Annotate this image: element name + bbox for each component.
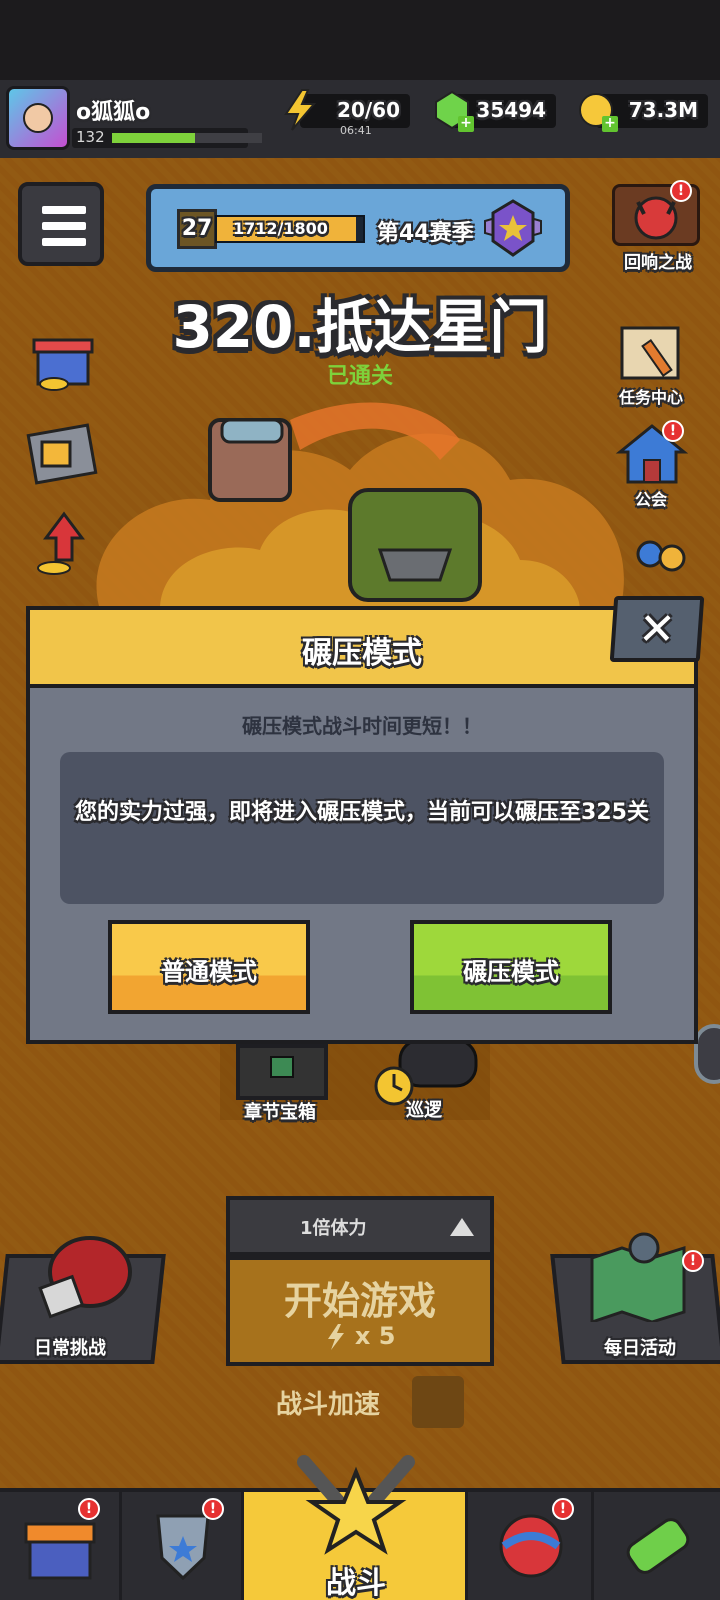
chevron-up-icon xyxy=(450,1218,474,1236)
player-avatar[interactable] xyxy=(6,86,70,150)
chest-lock xyxy=(270,1056,294,1078)
monthly-card-icon[interactable] xyxy=(24,420,104,490)
dna-capsule-icon xyxy=(626,1518,690,1574)
energy-timer: 06:41 xyxy=(340,124,372,137)
stamina-multiplier-label: 1倍体力 xyxy=(300,1218,367,1239)
growth-fund-icon[interactable] xyxy=(24,510,104,580)
dialog-header: 碾压模式 xyxy=(30,610,694,688)
map-icon xyxy=(590,1232,686,1322)
talent-badge: ! xyxy=(552,1498,574,1520)
nav-equipment[interactable]: ! xyxy=(122,1492,244,1600)
add-gems-icon[interactable]: + xyxy=(458,116,474,132)
nav-battle[interactable]: 战斗 xyxy=(244,1455,468,1600)
chapter-chest-label: 章节宝箱 xyxy=(244,1102,316,1123)
boxing-glove-icon xyxy=(38,1236,132,1319)
nav-shop[interactable]: ! xyxy=(0,1492,122,1600)
nav-gene[interactable] xyxy=(594,1492,720,1600)
avatar-face xyxy=(23,103,53,133)
crush-mode-button[interactable]: 碾压模式 xyxy=(410,920,612,1014)
battle-speed-label: 战斗加速 xyxy=(276,1390,381,1420)
friends-icon[interactable] xyxy=(620,530,700,600)
chapter-chest-icon[interactable] xyxy=(236,1044,328,1100)
close-button[interactable]: ✕ xyxy=(609,596,705,662)
top-bar: o狐狐o 132 20/60 06:41 + 35494 + 73.3M xyxy=(0,80,720,158)
dialog-message-box: 您的实力过强，即将进入碾压模式，当前可以碾压至325关 xyxy=(60,752,664,904)
energy-value: 20/60 xyxy=(337,98,400,122)
guild-label: 公会 xyxy=(634,490,667,509)
player-name: o狐狐o xyxy=(76,100,151,125)
shop-badge: ! xyxy=(78,1498,100,1520)
menu-button[interactable] xyxy=(18,182,104,266)
crush-mode-label: 碾压模式 xyxy=(463,958,559,986)
gift-icon[interactable] xyxy=(24,324,104,394)
menu-line xyxy=(42,238,86,246)
equipment-badge: ! xyxy=(202,1498,224,1520)
start-game-button[interactable]: 开始游戏 x 5 xyxy=(226,1256,494,1366)
notification-badge: ! xyxy=(670,180,692,202)
battle-illustration xyxy=(96,402,624,610)
normal-mode-button[interactable]: 普通模式 xyxy=(108,920,310,1014)
nav-talent[interactable]: ! xyxy=(468,1492,594,1600)
energy-icon xyxy=(284,89,317,131)
crush-mode-dialog: 碾压模式 碾压模式战斗时间更短！！ 您的实力过强，即将进入碾压模式，当前可以碾压… xyxy=(26,606,698,1044)
start-game-label: 开始游戏 xyxy=(283,1279,436,1323)
menu-line xyxy=(42,222,86,230)
season-xp-bar: 1712/1800 xyxy=(215,215,365,243)
normal-mode-label: 普通模式 xyxy=(161,958,257,986)
daily-challenge-label: 日常挑战 xyxy=(34,1338,106,1359)
player-level-box: 132 xyxy=(72,128,262,148)
player-xp-bar xyxy=(112,133,262,143)
nav-battle-label: 战斗 xyxy=(326,1566,386,1600)
stamina-multiplier-selector[interactable]: 1倍体力 xyxy=(226,1196,494,1256)
energy-resource[interactable]: 20/60 06:41 xyxy=(284,89,410,137)
daily-activity-label: 每日活动 xyxy=(604,1338,676,1359)
player-level: 132 xyxy=(76,128,105,146)
task-center-label: 任务中心 xyxy=(618,388,683,407)
season-rank-badge-icon xyxy=(484,199,542,257)
daily-activity-badge: ! xyxy=(682,1250,704,1272)
status-bar xyxy=(0,0,720,80)
start-game-cost: x 5 xyxy=(230,1322,490,1351)
energy-icon xyxy=(327,1324,344,1350)
dialog-message: 您的实力过强，即将进入碾压模式，当前可以碾压至325关 xyxy=(75,800,649,825)
echo-battle-label: 回响之战 xyxy=(624,253,692,273)
dialog-subtitle: 碾压模式战斗时间更短！！ xyxy=(242,714,482,738)
crossed-swords-star-icon xyxy=(297,1455,415,1555)
dialog-title: 碾压模式 xyxy=(302,636,422,671)
season-name: 第44赛季 xyxy=(377,221,474,246)
gems-value: 35494 xyxy=(476,98,546,122)
start-cost-value: x 5 xyxy=(354,1322,396,1350)
add-coins-icon[interactable]: + xyxy=(602,116,618,132)
patrol-label: 巡逻 xyxy=(406,1100,442,1121)
guild-notification-badge: ! xyxy=(662,420,684,442)
season-panel[interactable]: 27 1712/1800 第44赛季 xyxy=(146,184,570,272)
coins-resource[interactable]: + 73.3M xyxy=(579,93,708,132)
gems-resource[interactable]: + 35494 xyxy=(435,90,556,132)
close-icon: ✕ xyxy=(636,604,678,655)
menu-line xyxy=(42,206,86,214)
season-xp-text: 1712/1800 xyxy=(233,219,328,238)
task-center-icon[interactable] xyxy=(612,320,692,390)
coins-value: 73.3M xyxy=(628,98,698,122)
season-level: 27 xyxy=(177,209,217,249)
battle-speed-toggle[interactable] xyxy=(412,1376,464,1428)
bottom-nav: ! ! 战斗 ! xyxy=(0,1455,720,1600)
player-xp-fill xyxy=(112,133,195,143)
